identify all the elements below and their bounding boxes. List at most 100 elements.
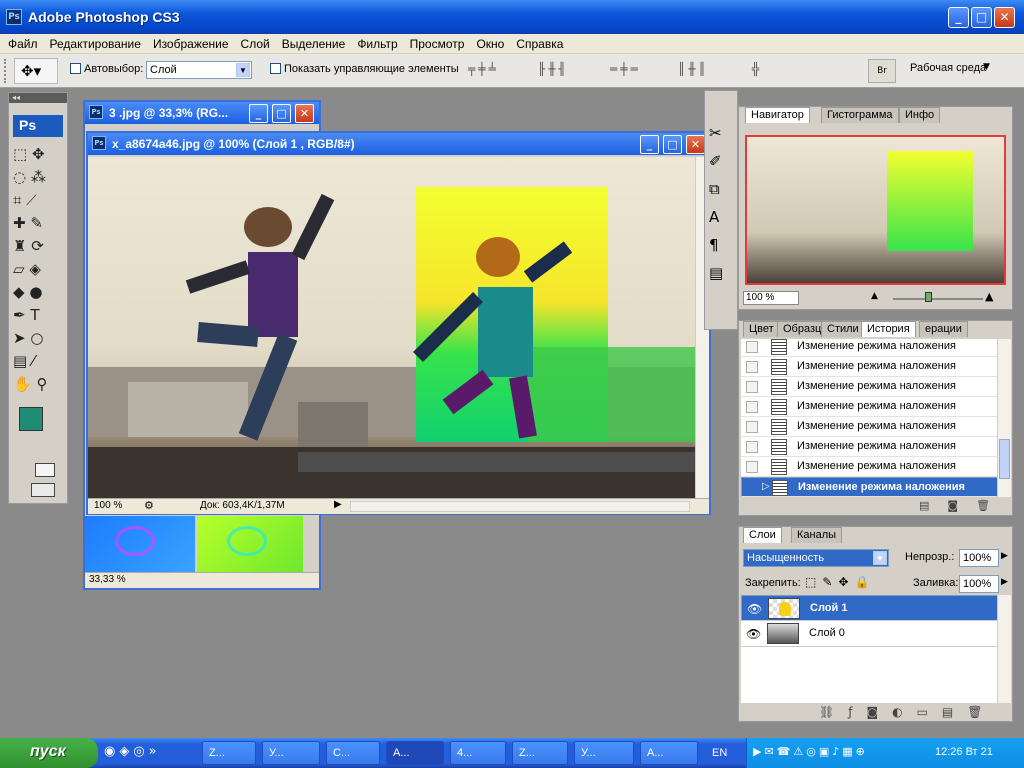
tab-navigator[interactable]: Навигатор xyxy=(745,107,810,123)
doc-front-zoom[interactable]: 100 % xyxy=(94,500,122,511)
eyedropper-icon[interactable]: ⁄ xyxy=(32,352,35,370)
type-tool-icon[interactable]: T xyxy=(30,306,39,324)
history-item[interactable]: Изменение режима наложения xyxy=(741,397,997,417)
notes-tool-icon[interactable]: ▤ xyxy=(13,352,27,370)
history-item[interactable]: Изменение режима наложения xyxy=(741,417,997,437)
doc-back-close-button[interactable]: ✕ xyxy=(295,104,314,123)
opacity-field[interactable]: 100% xyxy=(959,549,999,567)
layer-name[interactable]: Слой 1 xyxy=(810,602,847,614)
menu-help[interactable]: Справка xyxy=(508,34,567,51)
taskbar-item[interactable]: C... xyxy=(326,741,380,765)
taskbar-item[interactable]: У... xyxy=(574,741,634,765)
quick-mask-icon[interactable] xyxy=(35,463,55,477)
history-checkbox[interactable] xyxy=(746,441,758,453)
dodge-tool-icon[interactable]: ● xyxy=(29,283,42,301)
close-button[interactable]: ✕ xyxy=(994,7,1015,28)
history-checkbox[interactable] xyxy=(746,421,758,433)
menu-file[interactable]: Файл xyxy=(0,34,42,51)
tab-history[interactable]: История xyxy=(861,321,916,337)
status-menu-arrow-icon[interactable]: ▶ xyxy=(334,499,342,510)
paragraph-icon[interactable]: ¶ xyxy=(709,231,723,259)
layer-name[interactable]: Слой 0 xyxy=(809,627,845,639)
tab-swatches[interactable]: Образц xyxy=(777,321,828,337)
doc-front-horizontal-scrollbar[interactable] xyxy=(350,501,690,512)
character-icon[interactable]: A xyxy=(709,203,723,231)
history-item-selected[interactable]: ▷ Изменение режима наложения xyxy=(741,477,997,497)
layer-row[interactable]: 👁 Слой 0 xyxy=(741,621,999,647)
move-tool-preset-icon[interactable]: ✥▾ xyxy=(14,58,58,84)
move-tool-icon[interactable]: ✥ xyxy=(32,145,45,163)
history-checkbox[interactable] xyxy=(746,361,758,373)
doc-front-maximize-button[interactable]: □ xyxy=(663,135,682,154)
blend-mode-dropdown[interactable]: Насыщенность ▼ xyxy=(743,549,889,567)
auto-align-icon[interactable]: ╬ xyxy=(752,62,759,76)
auto-select-dropdown[interactable]: Слой ▼ xyxy=(146,61,252,79)
menu-select[interactable]: Выделение xyxy=(274,34,350,51)
shape-tool-icon[interactable]: ○ xyxy=(30,329,43,347)
eye-icon[interactable]: 👁 xyxy=(746,627,761,641)
blur-tool-icon[interactable]: ◆ xyxy=(13,283,25,301)
history-checkbox[interactable] xyxy=(746,401,758,413)
stamp-tool-icon[interactable]: ♜ xyxy=(13,237,26,255)
menu-filter[interactable]: Фильтр xyxy=(349,34,401,51)
align-top-icons[interactable]: ╤╪╧ xyxy=(468,62,499,76)
zoom-out-icon[interactable]: ▲ xyxy=(871,291,878,301)
taskbar-item[interactable]: Z... xyxy=(202,741,256,765)
workspace-chevron-icon[interactable]: ▼ xyxy=(983,62,990,72)
navigator-zoom-field[interactable]: 100 % xyxy=(743,291,799,305)
tab-styles[interactable]: Стили xyxy=(821,321,865,337)
tab-histogram[interactable]: Гистограмма xyxy=(821,107,899,123)
paint-bucket-icon[interactable]: ◈ xyxy=(29,260,41,278)
distribute-top-icons[interactable]: ═╪═ xyxy=(610,62,641,76)
fill-arrow-icon[interactable]: ▶ xyxy=(1001,577,1008,587)
menu-image[interactable]: Изображение xyxy=(145,34,233,51)
workspace-label[interactable]: Рабочая среда xyxy=(910,62,986,74)
path-select-icon[interactable]: ➤ xyxy=(13,329,26,347)
doc-back-maximize-button[interactable]: □ xyxy=(272,104,291,123)
align-left-icons[interactable]: ╟╫╢ xyxy=(538,62,569,76)
hand-tool-icon[interactable]: ✋ xyxy=(13,375,32,393)
tool-presets-icon[interactable]: ✂ xyxy=(709,119,723,147)
taskbar-item-active[interactable]: A... xyxy=(386,741,444,765)
history-checkbox[interactable] xyxy=(746,341,758,353)
tab-layers[interactable]: Слои xyxy=(743,527,782,543)
screen-mode-icon[interactable] xyxy=(31,483,55,497)
minimize-button[interactable]: _ xyxy=(948,7,969,28)
doc-front-minimize-button[interactable]: _ xyxy=(640,135,659,154)
history-scrollbar[interactable] xyxy=(997,339,1011,497)
auto-select-checkbox[interactable] xyxy=(70,63,81,74)
tray-clock[interactable]: 12:26 Вт 21 xyxy=(935,746,993,758)
language-indicator[interactable]: EN xyxy=(712,747,727,759)
doc-front-close-button[interactable]: ✕ xyxy=(686,135,705,154)
history-checkbox[interactable] xyxy=(746,461,758,473)
taskbar-item[interactable]: A... xyxy=(640,741,698,765)
eraser-tool-icon[interactable]: ▱ xyxy=(13,260,25,278)
history-item[interactable]: Изменение режима наложения xyxy=(741,437,997,457)
pen-tool-icon[interactable]: ✒ xyxy=(13,306,26,324)
history-checkbox[interactable] xyxy=(747,482,759,494)
start-button[interactable]: пуск xyxy=(0,738,98,768)
brush-tool-icon[interactable]: ✎ xyxy=(30,214,43,232)
layer-comps-icon[interactable]: ▤ xyxy=(709,259,723,287)
tab-actions[interactable]: ерации xyxy=(919,321,968,337)
tab-color[interactable]: Цвет xyxy=(743,321,780,337)
layers-scrollbar[interactable] xyxy=(997,595,1011,703)
menu-view[interactable]: Просмотр xyxy=(402,34,469,51)
show-controls-checkbox[interactable] xyxy=(270,63,281,74)
tools-collapse-icon[interactable]: ◂◂ xyxy=(9,93,67,103)
history-checkbox[interactable] xyxy=(746,381,758,393)
canvas[interactable] xyxy=(88,157,695,498)
clone-source-icon[interactable]: ⧉ xyxy=(709,175,723,203)
eye-icon[interactable]: 👁 xyxy=(747,602,762,616)
foreground-color-swatch[interactable] xyxy=(19,407,43,431)
bridge-icon[interactable]: Br xyxy=(868,59,896,83)
lasso-tool-icon[interactable]: ◌ xyxy=(13,168,26,186)
history-item[interactable]: Изменение режима наложения xyxy=(741,339,997,357)
zoom-tool-icon[interactable]: ⚲ xyxy=(36,375,47,393)
tab-info[interactable]: Инфо xyxy=(899,107,941,123)
history-item[interactable]: Изменение режима наложения xyxy=(741,377,997,397)
history-item[interactable]: Изменение режима наложения xyxy=(741,357,997,377)
layer-row-selected[interactable]: 👁 Слой 1 xyxy=(741,595,999,621)
layers-footer-icons[interactable]: ⛓ƒ◙◐▭▤🗑 xyxy=(819,705,996,719)
distribute-left-icons[interactable]: ║╫║ xyxy=(678,62,709,76)
